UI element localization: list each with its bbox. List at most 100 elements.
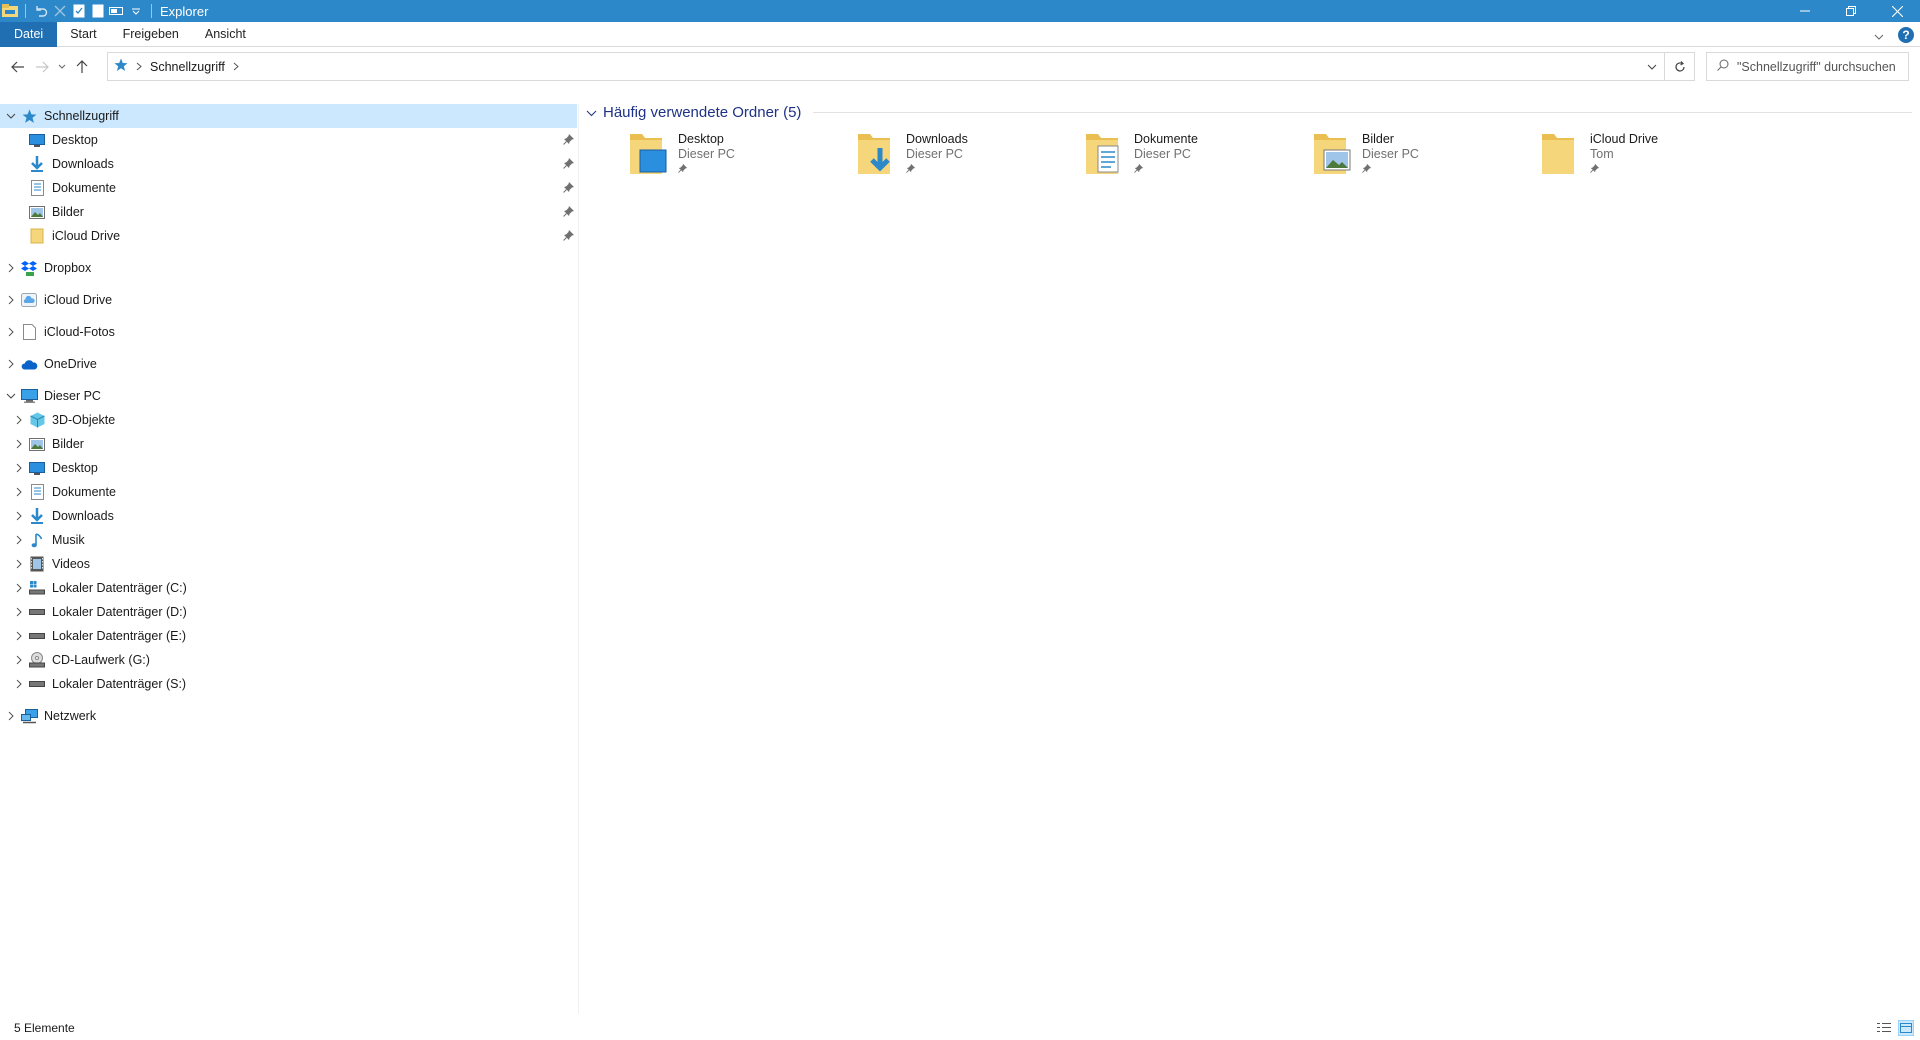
address-bar[interactable]: Schnellzugriff bbox=[107, 52, 1695, 81]
tree-item-drive-g[interactable]: CD-Laufwerk (G:) bbox=[0, 648, 577, 672]
tab-datei[interactable]: Datei bbox=[0, 21, 58, 47]
documents-icon bbox=[28, 483, 46, 501]
forward-button[interactable] bbox=[30, 55, 54, 79]
expand-chevron-icon[interactable] bbox=[10, 415, 28, 425]
expand-chevron-icon[interactable] bbox=[10, 583, 28, 593]
pin-icon[interactable] bbox=[563, 181, 575, 196]
tree-item-schnellzugriff[interactable]: Schnellzugriff bbox=[0, 104, 577, 128]
tree-item-drive-c[interactable]: Lokaler Datenträger (C:) bbox=[0, 576, 577, 600]
expand-chevron-icon[interactable] bbox=[2, 359, 20, 369]
refresh-button[interactable] bbox=[1664, 53, 1694, 80]
folder-tile-bilder[interactable]: Bilder Dieser PC bbox=[1264, 130, 1489, 180]
folder-tile-downloads[interactable]: Downloads Dieser PC bbox=[808, 130, 1033, 180]
tree-item-dieser-pc[interactable]: Dieser PC bbox=[0, 384, 577, 408]
tab-ansicht[interactable]: Ansicht bbox=[192, 22, 259, 47]
tree-item-downloads-pinned[interactable]: Downloads bbox=[0, 152, 577, 176]
expand-chevron-icon[interactable] bbox=[2, 263, 20, 273]
group-header-frequent-folders[interactable]: Häufig verwendete Ordner (5) bbox=[586, 100, 1912, 124]
expand-chevron-icon[interactable] bbox=[10, 487, 28, 497]
tree-item-videos[interactable]: Videos bbox=[0, 552, 577, 576]
expand-chevron-icon[interactable] bbox=[10, 559, 28, 569]
pin-icon[interactable] bbox=[563, 157, 575, 172]
properties-icon[interactable] bbox=[71, 3, 87, 19]
tree-item-bilder-pinned[interactable]: Bilder bbox=[0, 200, 577, 224]
pin-icon[interactable] bbox=[563, 229, 575, 244]
tree-item-downloads[interactable]: Downloads bbox=[0, 504, 577, 528]
tree-label: Downloads bbox=[52, 157, 114, 171]
tree-item-dropbox[interactable]: Dropbox bbox=[0, 256, 577, 280]
pin-icon[interactable] bbox=[678, 162, 735, 177]
this-pc-icon bbox=[20, 387, 38, 405]
expand-chevron-icon[interactable] bbox=[10, 631, 28, 641]
tree-item-icloud-fotos[interactable]: iCloud-Fotos bbox=[0, 320, 577, 344]
pin-icon[interactable] bbox=[1362, 162, 1419, 177]
pin-icon[interactable] bbox=[563, 205, 575, 220]
search-icon bbox=[1717, 59, 1729, 74]
tree-label: Dokumente bbox=[52, 181, 116, 195]
tree-item-desktop[interactable]: Desktop bbox=[0, 456, 577, 480]
tree-item-onedrive[interactable]: OneDrive bbox=[0, 352, 577, 376]
desktop-icon bbox=[28, 459, 46, 477]
tree-item-dokumente[interactable]: Dokumente bbox=[0, 480, 577, 504]
restore-button[interactable] bbox=[1828, 0, 1874, 22]
details-view-icon[interactable] bbox=[1876, 1020, 1892, 1036]
close-button[interactable] bbox=[1874, 0, 1920, 22]
desktop-folder-icon bbox=[622, 130, 670, 178]
breadcrumb-chevron-icon[interactable] bbox=[233, 60, 239, 74]
tab-start[interactable]: Start bbox=[57, 22, 109, 47]
ribbon-tabs: Datei Start Freigeben Ansicht ? bbox=[0, 21, 1920, 47]
customize-toolbar-icon[interactable] bbox=[128, 3, 144, 19]
tree-item-drive-s[interactable]: Lokaler Datenträger (S:) bbox=[0, 672, 577, 696]
expand-chevron-icon[interactable] bbox=[10, 607, 28, 617]
tiles-view-icon[interactable] bbox=[1898, 1020, 1914, 1036]
expand-chevron-icon[interactable] bbox=[10, 535, 28, 545]
tree-item-drive-d[interactable]: Lokaler Datenträger (D:) bbox=[0, 600, 577, 624]
breadcrumb-schnellzugriff[interactable]: Schnellzugriff bbox=[150, 60, 225, 74]
explorer-app-icon[interactable] bbox=[2, 3, 18, 19]
expand-chevron-icon[interactable] bbox=[2, 295, 20, 305]
address-history-dropdown[interactable] bbox=[1640, 53, 1664, 80]
expand-ribbon-icon[interactable] bbox=[1874, 27, 1884, 43]
pin-icon[interactable] bbox=[1590, 162, 1658, 177]
collapse-chevron-icon[interactable] bbox=[2, 113, 20, 119]
tree-item-bilder[interactable]: Bilder bbox=[0, 432, 577, 456]
recent-locations-button[interactable] bbox=[54, 55, 70, 79]
new-file-icon[interactable] bbox=[90, 3, 106, 19]
back-button[interactable] bbox=[6, 55, 30, 79]
folder-tile-dokumente[interactable]: Dokumente Dieser PC bbox=[1036, 130, 1261, 180]
tree-item-icloud-drive[interactable]: iCloud Drive bbox=[0, 288, 577, 312]
delete-icon[interactable] bbox=[52, 3, 68, 19]
tree-item-netzwerk[interactable]: Netzwerk bbox=[0, 704, 577, 728]
pane-divider[interactable] bbox=[578, 104, 579, 1014]
tree-item-dokumente-pinned[interactable]: Dokumente bbox=[0, 176, 577, 200]
tree-item-3d-objekte[interactable]: 3D-Objekte bbox=[0, 408, 577, 432]
expand-chevron-icon[interactable] bbox=[2, 711, 20, 721]
search-box[interactable]: "Schnellzugriff" durchsuchen bbox=[1706, 52, 1909, 81]
breadcrumb-chevron-icon[interactable] bbox=[136, 60, 142, 74]
expand-chevron-icon[interactable] bbox=[10, 439, 28, 449]
group-collapse-chevron-icon[interactable] bbox=[586, 104, 597, 121]
tab-freigeben[interactable]: Freigeben bbox=[110, 22, 192, 47]
pin-icon[interactable] bbox=[906, 162, 968, 177]
help-icon[interactable]: ? bbox=[1898, 26, 1914, 43]
expand-chevron-icon[interactable] bbox=[2, 327, 20, 337]
up-button[interactable] bbox=[70, 55, 94, 79]
undo-icon[interactable] bbox=[33, 3, 49, 19]
expand-chevron-icon[interactable] bbox=[10, 511, 28, 521]
folder-name: Downloads bbox=[906, 132, 968, 146]
pin-icon[interactable] bbox=[563, 133, 575, 148]
tree-label: 3D-Objekte bbox=[52, 413, 116, 427]
expand-chevron-icon[interactable] bbox=[10, 679, 28, 689]
tree-item-icloud-drive-pinned[interactable]: iCloud Drive bbox=[0, 224, 577, 248]
rename-icon[interactable] bbox=[109, 3, 125, 19]
tree-item-musik[interactable]: Musik bbox=[0, 528, 577, 552]
expand-chevron-icon[interactable] bbox=[10, 655, 28, 665]
folder-tile-icloud-drive[interactable]: iCloud Drive Tom bbox=[1492, 130, 1717, 180]
collapse-chevron-icon[interactable] bbox=[2, 393, 20, 399]
minimize-button[interactable] bbox=[1782, 0, 1828, 22]
pin-icon[interactable] bbox=[1134, 162, 1198, 177]
tree-item-desktop-pinned[interactable]: Desktop bbox=[0, 128, 577, 152]
tree-item-drive-e[interactable]: Lokaler Datenträger (E:) bbox=[0, 624, 577, 648]
expand-chevron-icon[interactable] bbox=[10, 463, 28, 473]
folder-tile-desktop[interactable]: Desktop Dieser PC bbox=[580, 130, 805, 180]
